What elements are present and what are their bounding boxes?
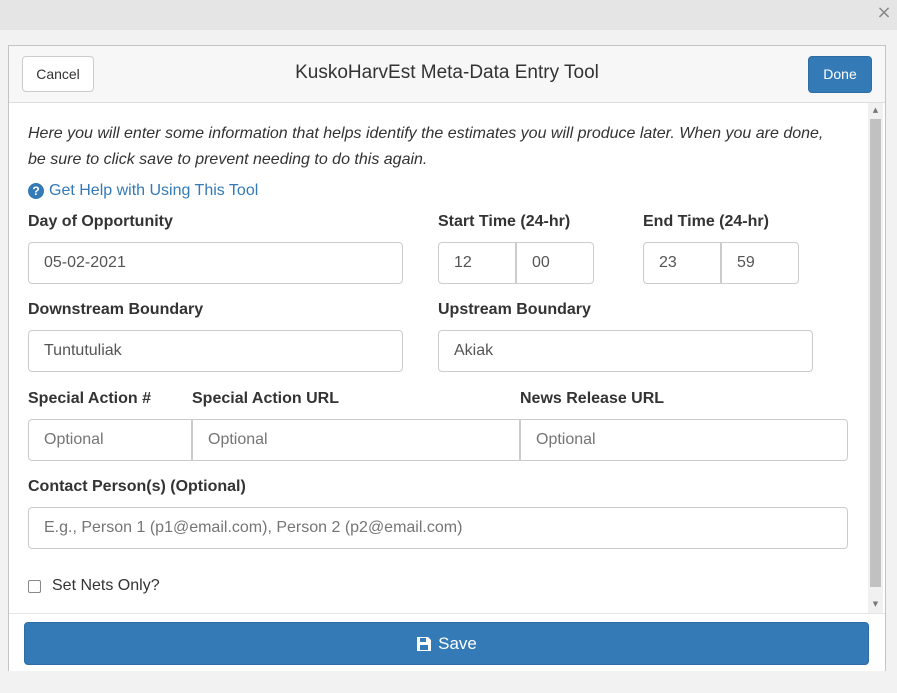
special-action-url-label: Special Action URL (192, 390, 339, 407)
modal-header: Cancel KuskoHarvEst Meta-Data Entry Tool… (9, 46, 885, 103)
start-hour-input[interactable] (438, 242, 516, 284)
modal-footer: Save (9, 613, 885, 671)
contact-persons-input[interactable] (28, 507, 848, 549)
close-icon[interactable]: × (875, 3, 893, 23)
start-minute-input[interactable] (516, 242, 594, 284)
upstream-boundary-input[interactable] (438, 330, 813, 372)
day-of-opportunity-input[interactable] (28, 242, 403, 284)
start-time-label: Start Time (24-hr) (438, 213, 571, 230)
help-link-label: Get Help with Using This Tool (49, 182, 259, 199)
help-link[interactable]: ? Get Help with Using This Tool (28, 182, 258, 200)
modal-title: KuskoHarvEst Meta-Data Entry Tool (295, 62, 599, 83)
set-nets-only-checkbox[interactable] (28, 579, 41, 593)
contact-persons-label: Contact Person(s) (Optional) (28, 478, 246, 495)
window-top-bar: × (0, 0, 897, 30)
downstream-boundary-label: Downstream Boundary (28, 301, 204, 318)
save-button[interactable]: Save (24, 622, 869, 665)
set-nets-only-row[interactable]: Set Nets Only? (28, 577, 160, 595)
metadata-modal: Cancel KuskoHarvEst Meta-Data Entry Tool… (8, 45, 886, 671)
day-of-opportunity-label: Day of Opportunity (28, 213, 173, 230)
special-action-number-label: Special Action # (28, 390, 151, 407)
floppy-disk-icon (417, 636, 432, 651)
modal-scrollbar[interactable]: ▲ ▼ (868, 103, 883, 613)
save-button-label: Save (438, 633, 477, 653)
upstream-boundary-label: Upstream Boundary (438, 301, 591, 318)
end-hour-input[interactable] (643, 242, 721, 284)
special-action-number-input[interactable] (28, 419, 192, 461)
intro-text: Here you will enter some information tha… (28, 125, 824, 168)
scroll-thumb[interactable] (870, 119, 881, 587)
end-minute-input[interactable] (721, 242, 799, 284)
cancel-button[interactable]: Cancel (22, 56, 94, 92)
special-action-url-input[interactable] (192, 419, 520, 461)
scroll-up-arrow-icon[interactable]: ▲ (868, 103, 883, 117)
scroll-down-arrow-icon[interactable]: ▼ (868, 597, 883, 611)
downstream-boundary-input[interactable] (28, 330, 403, 372)
end-time-label: End Time (24-hr) (643, 213, 769, 230)
set-nets-only-label: Set Nets Only? (52, 577, 160, 594)
question-circle-icon: ? (28, 183, 44, 199)
news-release-url-label: News Release URL (520, 390, 665, 407)
news-release-url-input[interactable] (520, 419, 848, 461)
modal-body: Here you will enter some information tha… (9, 103, 885, 613)
done-button[interactable]: Done (808, 56, 872, 93)
